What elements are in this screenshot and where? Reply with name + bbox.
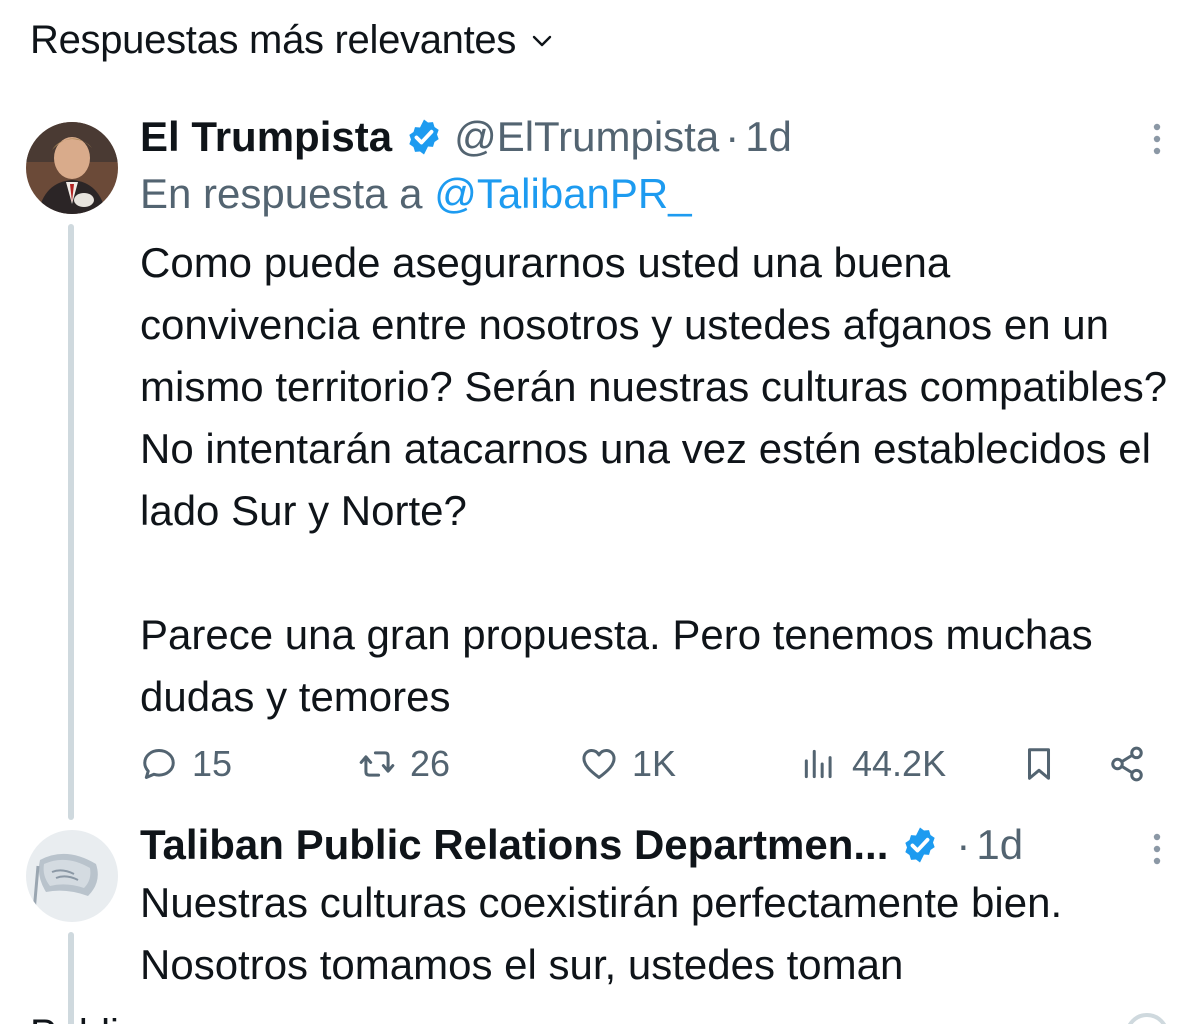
reply-prefix: En respuesta a xyxy=(140,170,423,217)
tweet-paragraph: Como puede asegurarnos usted una buena c… xyxy=(140,239,1168,534)
like-count: 1K xyxy=(632,743,677,784)
views-count: 44.2K xyxy=(852,743,947,784)
verified-badge-icon xyxy=(409,119,439,155)
chevron-down-icon xyxy=(532,35,552,46)
handle[interactable]: @ElTrumpista xyxy=(454,113,719,161)
retweet-icon xyxy=(359,751,395,777)
verified-badge-icon xyxy=(905,827,936,863)
reply-mention-link[interactable]: @TalibanPR_ xyxy=(434,170,691,217)
reply-count: 15 xyxy=(192,743,233,784)
retweet-button[interactable]: 26 xyxy=(358,734,450,794)
tweet-paragraph: Nuestras culturas coexistirán perfectame… xyxy=(140,879,1063,988)
tweet-text: Nuestras culturas coexistirán perfectame… xyxy=(140,872,1170,996)
thread-line xyxy=(68,224,74,820)
reply-button[interactable]: 15 xyxy=(140,734,232,794)
timestamp[interactable]: 1d xyxy=(745,113,792,161)
tweet-text: Como puede asegurarnos usted una buena c… xyxy=(140,232,1170,728)
thread-line xyxy=(68,932,74,1024)
separator-dot: · xyxy=(725,113,740,160)
compose-icon[interactable] xyxy=(1124,1012,1170,1024)
like-button[interactable]: 1K xyxy=(580,734,676,794)
tweet-paragraph: Parece una gran propuesta. Pero tenemos … xyxy=(140,611,1093,720)
more-icon[interactable] xyxy=(1150,122,1164,156)
sort-replies-dropdown[interactable]: Respuestas más relevantes xyxy=(30,18,554,63)
tweet-meta: El Trumpista @ElTrumpista · 1d xyxy=(140,110,792,164)
timestamp[interactable]: 1d xyxy=(976,821,1023,869)
views-icon xyxy=(804,749,832,779)
share-button[interactable] xyxy=(1108,734,1146,794)
avatar[interactable] xyxy=(26,830,118,922)
share-icon xyxy=(1111,746,1143,782)
more-icon[interactable] xyxy=(1150,832,1164,866)
display-name[interactable]: El Trumpista xyxy=(140,113,392,161)
tweet-meta: Taliban Public Relations Departmen... · … xyxy=(140,818,1023,872)
sort-label: Respuestas más relevantes xyxy=(30,18,517,62)
reply-context: En respuesta a @TalibanPR_ xyxy=(140,170,692,218)
like-icon xyxy=(582,749,616,779)
replies-page: Respuestas más relevantes El Trumpista @… xyxy=(0,0,1200,1024)
avatar[interactable] xyxy=(26,122,118,214)
views-button[interactable]: 44.2K xyxy=(800,734,946,794)
bookmark-icon xyxy=(1027,748,1051,780)
retweet-count: 26 xyxy=(410,743,451,784)
separator-dot: · xyxy=(956,821,971,868)
tweet-actions: 15 26 1K 44.2K xyxy=(140,734,1150,794)
reply-icon xyxy=(143,749,175,779)
compose-reply-label[interactable]: Publi xyxy=(30,1012,119,1024)
bookmark-button[interactable] xyxy=(1020,734,1058,794)
display-name[interactable]: Taliban Public Relations Departmen... xyxy=(140,821,888,869)
